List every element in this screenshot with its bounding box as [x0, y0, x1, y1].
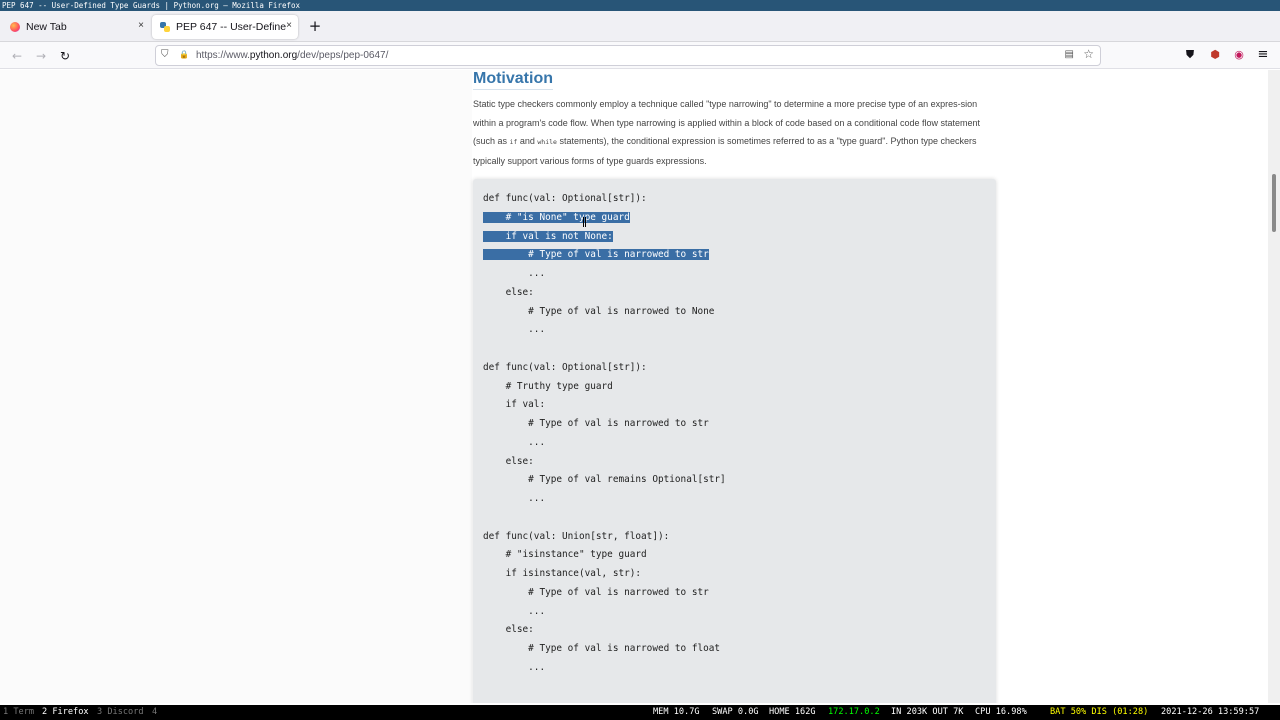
tab-pep-647[interactable]: PEP 647 -- User-Defined Type Guards | Py… [152, 15, 298, 39]
addon-icon[interactable]: ◉ [1232, 48, 1246, 62]
net-status: IN 203K OUT 7K [891, 707, 964, 717]
status-bar: 1 Term 2 Firefox 3 Discord 4 MEM 10.7G S… [0, 705, 1280, 720]
code-line: else: [483, 455, 534, 469]
url-prefix: https://www. [196, 50, 250, 61]
ip-status: 172.17.0.2 [828, 707, 880, 717]
code-text: if val is not None: [483, 230, 613, 242]
close-tab-icon[interactable]: × [286, 20, 292, 31]
lock-icon[interactable]: 🔒 [179, 50, 189, 59]
code-line: ... [483, 323, 545, 337]
code-line: ... [483, 267, 545, 281]
new-tab-button[interactable]: + [306, 17, 324, 35]
code-line: if val: [483, 398, 546, 412]
navigation-bar: ← → ↻ ⛉ 🔒 https://www.python.org/dev/pep… [0, 42, 1280, 69]
code-text: # Type of val remains Optional[str] [483, 474, 726, 486]
reader-view-icon[interactable]: ▤ [1065, 49, 1074, 60]
inline-code-while: while [537, 138, 557, 147]
scrollbar-thumb[interactable] [1272, 174, 1276, 232]
mem-status: MEM 10.7G [653, 707, 700, 717]
code-text: # Type of val is narrowed to str [483, 249, 709, 261]
workspace-4[interactable]: 4 [152, 705, 157, 720]
code-text: # "is None" type guard [483, 211, 630, 223]
code-text: else: [483, 286, 534, 298]
code-text: # Truthy type guard [483, 380, 613, 392]
code-line: # Type of val is narrowed to str [483, 586, 709, 600]
forward-button[interactable]: → [31, 46, 51, 66]
code-text: # Type of val is narrowed to float [483, 643, 721, 654]
code-line: # Type of val is narrowed to None [483, 305, 714, 319]
code-line: # Type of val is narrowed to float [483, 642, 720, 656]
back-button[interactable]: ← [7, 46, 27, 66]
code-line: ... [483, 605, 545, 619]
url-path: /dev/peps/pep-0647/ [297, 50, 389, 61]
code-text: if val: [483, 399, 546, 411]
code-text: def func(val: Optional[str]): [483, 193, 647, 204]
code-text: ... [483, 436, 546, 448]
workspace-3[interactable]: 3 Discord [97, 705, 144, 720]
code-text: ... [483, 493, 546, 504]
code-line: def func(val: Union[str, float]): [483, 530, 669, 544]
url-host: python.org [249, 50, 298, 61]
code-line: else: [483, 286, 534, 300]
cpu-status: CPU 16.98% [975, 707, 1027, 717]
url-bar[interactable]: ⛉ 🔒 https://www.python.org/dev/peps/pep-… [155, 45, 1101, 66]
code-text: ... [483, 605, 546, 617]
code-text: def func(val: Union[str, float]): [483, 530, 670, 542]
reload-button[interactable]: ↻ [55, 46, 75, 66]
workspace-1[interactable]: 1 Term [3, 705, 34, 720]
menu-icon[interactable]: ≡ [1256, 48, 1270, 62]
left-sidebar-area [0, 70, 472, 703]
section-heading[interactable]: Motivation [473, 70, 553, 90]
close-tab-icon[interactable]: × [138, 20, 144, 31]
code-line: # Truthy type guard [483, 380, 613, 394]
tracking-protection-icon[interactable]: ⛉ [161, 49, 169, 60]
window-title-bar: PEP 647 -- User-Defined Type Guards | Py… [0, 0, 1280, 11]
code-line: # "is None" type guard [483, 211, 630, 225]
firefox-icon [10, 22, 20, 32]
code-line: ... [483, 661, 545, 675]
tab-label: New Tab [26, 21, 67, 33]
tab-new-tab[interactable]: New Tab × [2, 15, 150, 39]
battery-status: BAT 50% DIS (01:28) [1050, 707, 1149, 717]
code-text: # Type of val is narrowed to None [483, 305, 715, 317]
code-line: ... [483, 436, 545, 450]
code-text: ... [483, 324, 546, 336]
motivation-paragraph: Static type checkers commonly employ a t… [473, 95, 988, 170]
swap-status: SWAP 0.0G [712, 707, 759, 717]
url-text[interactable]: https://www.python.org/dev/peps/pep-0647… [196, 50, 388, 61]
code-text: if isinstance(val, str): [483, 568, 642, 579]
code-line: # Type of val is narrowed to str [483, 248, 709, 262]
page-content[interactable]: Motivation Static type checkers commonly… [0, 70, 1268, 703]
workspace-2[interactable]: 2 Firefox [42, 705, 89, 720]
code-line: else: [483, 623, 534, 637]
code-block[interactable]: def func(val: Optional[str]): # "is None… [473, 179, 996, 703]
code-line: if isinstance(val, str): [483, 567, 641, 581]
extension-icon[interactable]: ⬢ [1208, 48, 1222, 62]
code-text: # "isinstance" type guard [483, 549, 647, 561]
code-line: # "isinstance" type guard [483, 548, 647, 562]
code-text: # Type of val is narrowed to str [483, 418, 709, 429]
scrollbar[interactable] [1268, 70, 1280, 703]
bookmark-star-icon[interactable]: ☆ [1083, 47, 1094, 61]
code-text: else: [483, 624, 534, 636]
python-icon [160, 22, 170, 32]
code-line: # Type of val remains Optional[str] [483, 473, 726, 487]
code-text: else: [483, 455, 534, 467]
pocket-icon[interactable]: ⛊ [1183, 48, 1197, 62]
code-line: if val is not None: [483, 230, 613, 244]
para-text: and [517, 136, 538, 147]
code-text: ... [483, 268, 546, 279]
code-line: def func(val: Optional[str]): [483, 361, 647, 375]
home-status: HOME 162G [769, 707, 816, 717]
code-text: ... [483, 661, 546, 673]
code-line: # Type of val is narrowed to str [483, 417, 709, 431]
code-text: def func(val: Optional[str]): [483, 361, 647, 373]
tab-label: PEP 647 -- User-Defined Type Guards | Py… [176, 21, 286, 33]
datetime-status: 2021-12-26 13:59:57 [1161, 707, 1260, 717]
mouse-text-cursor [583, 217, 586, 227]
code-text: # Type of val is narrowed to str [483, 586, 709, 598]
code-line: ... [483, 492, 545, 506]
tab-strip: New Tab × PEP 647 -- User-Defined Type G… [0, 11, 1280, 42]
code-line: def func(val: Optional[str]): [483, 192, 647, 206]
